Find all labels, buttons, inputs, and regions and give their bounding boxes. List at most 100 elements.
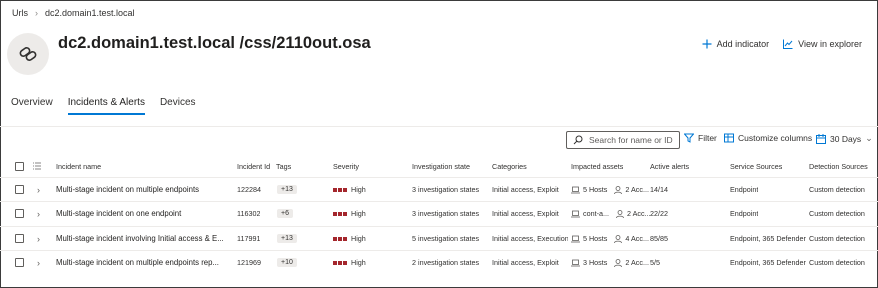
accounts-count: 2 Acc... [625, 185, 649, 194]
select-all-checkbox[interactable] [15, 161, 24, 171]
service-sources: Endpoint, 365 Defender [730, 234, 806, 243]
detection-sources: Custom detection [809, 234, 865, 243]
categories: Initial access, Exploit [492, 209, 559, 218]
incident-id: 121969 [237, 258, 261, 267]
row-checkbox[interactable] [15, 234, 24, 243]
chevron-right-icon[interactable]: › [37, 202, 40, 225]
hosts-count: 5 Hosts [583, 185, 608, 194]
column-header[interactable]: Severity [333, 156, 359, 176]
row-checkbox[interactable] [15, 209, 24, 218]
severity-indicator: High [333, 185, 366, 194]
user-icon [614, 234, 623, 243]
impacted-assets: 5 Hosts 4 Acc... [571, 234, 649, 243]
impacted-assets: 3 Hosts 2 Acc... [571, 258, 649, 267]
investigation-state: 5 investigation states [412, 234, 480, 243]
incident-name[interactable]: Multi-stage incident on one endpoint [56, 202, 231, 225]
impacted-assets: 5 Hosts 2 Acc... [571, 185, 649, 194]
incident-name[interactable]: Multi-stage incident on multiple endpoin… [56, 178, 231, 201]
search-placeholder: Search for name or ID [589, 135, 673, 145]
tab-incidents-alerts[interactable]: Incidents & Alerts [67, 97, 146, 115]
chevron-right-icon[interactable]: › [37, 227, 40, 250]
detection-sources: Custom detection [809, 258, 865, 267]
table-row[interactable]: › Multi-stage incident on multiple endpo… [0, 250, 878, 274]
column-header[interactable]: Categories [492, 156, 527, 176]
tag-badge[interactable]: +6 [277, 209, 293, 218]
customize-columns-button[interactable]: Customize columns [724, 133, 812, 143]
incident-id: 116302 [237, 209, 261, 218]
active-alerts: 14/14 [650, 185, 668, 194]
investigation-state: 2 investigation states [412, 258, 480, 267]
add-indicator-button[interactable]: Add indicator [702, 39, 770, 49]
service-sources: Endpoint [730, 209, 759, 218]
active-alerts: 22/22 [650, 209, 668, 218]
severity-label: High [351, 258, 366, 267]
column-header[interactable]: Incident name [56, 156, 101, 176]
row-checkbox[interactable] [15, 185, 24, 194]
column-header[interactable]: Detection Sources [809, 156, 868, 176]
page-title: dc2.domain1.test.local /css/2110out.osa [58, 34, 371, 52]
laptop-icon [571, 259, 580, 266]
tag-badge[interactable]: +10 [277, 258, 297, 267]
list-icon[interactable] [33, 156, 41, 176]
user-icon [614, 185, 623, 194]
table-row[interactable]: › Multi-stage incident involving Initial… [0, 226, 878, 250]
tab-bar: Overview Incidents & Alerts Devices [11, 97, 211, 115]
calendar-icon [816, 133, 826, 144]
investigation-state: 3 investigation states [412, 185, 480, 194]
breadcrumb-current: dc2.domain1.test.local [45, 8, 135, 18]
tab-overview[interactable]: Overview [11, 97, 53, 114]
laptop-icon [571, 210, 580, 217]
chevron-right-icon[interactable]: › [37, 251, 40, 274]
column-header[interactable]: Impacted assets [571, 156, 623, 176]
tab-devices[interactable]: Devices [160, 97, 196, 114]
column-header[interactable]: Active alerts [650, 156, 689, 176]
incident-name[interactable]: Multi-stage incident on multiple endpoin… [56, 251, 231, 274]
add-indicator-label: Add indicator [716, 39, 770, 49]
severity-bars-icon [333, 236, 347, 241]
column-header[interactable]: Tags [276, 156, 291, 176]
tag-badge[interactable]: +13 [277, 185, 297, 194]
severity-bars-icon [333, 187, 347, 192]
active-alerts: 5/5 [650, 258, 660, 267]
hosts-count: cont-a... [583, 209, 609, 218]
time-range-dropdown[interactable]: 30 Days ⌄ [816, 133, 873, 144]
view-in-explorer-label: View in explorer [798, 39, 862, 49]
chevron-right-icon[interactable]: › [37, 178, 40, 201]
search-input[interactable]: Search for name or ID [566, 131, 680, 149]
table-row[interactable]: › Multi-stage incident on multiple endpo… [0, 177, 878, 201]
severity-indicator: High [333, 258, 366, 267]
user-icon [616, 209, 624, 218]
column-header[interactable]: Service Sources [730, 156, 782, 176]
hosts-count: 3 Hosts [583, 258, 608, 267]
customize-columns-label: Customize columns [738, 133, 813, 143]
filter-label: Filter [698, 133, 717, 143]
accounts-count: 4 Acc... [625, 234, 649, 243]
incident-name[interactable]: Multi-stage incident involving Initial a… [56, 227, 231, 250]
filter-button[interactable]: Filter [684, 133, 717, 143]
column-header[interactable]: Incident Id [237, 156, 270, 176]
detection-sources: Custom detection [809, 185, 865, 194]
breadcrumb-root[interactable]: Urls [12, 8, 28, 18]
categories: Initial access, Exploit [492, 185, 559, 194]
categories: Initial access, Exploit [492, 258, 559, 267]
plus-icon [702, 39, 712, 49]
view-in-explorer-button[interactable]: View in explorer [783, 39, 862, 49]
header-actions: Add indicator View in explorer [702, 39, 862, 49]
severity-bars-icon [333, 211, 347, 216]
active-alerts: 85/85 [650, 234, 668, 243]
row-checkbox[interactable] [15, 258, 24, 267]
column-header[interactable]: Investigation state [412, 156, 470, 176]
table-row[interactable]: › Multi-stage incident on one endpoint 1… [0, 201, 878, 225]
incident-id: 117991 [237, 234, 261, 243]
user-icon [614, 258, 623, 267]
laptop-icon [571, 235, 580, 242]
severity-bars-icon [333, 260, 347, 265]
investigation-state: 3 investigation states [412, 209, 480, 218]
tag-badge[interactable]: +13 [277, 234, 297, 243]
severity-label: High [351, 234, 366, 243]
laptop-icon [571, 186, 580, 193]
severity-indicator: High [333, 209, 366, 218]
filter-icon [684, 133, 694, 143]
severity-indicator: High [333, 234, 366, 243]
chevron-down-icon: ⌄ [865, 133, 873, 143]
